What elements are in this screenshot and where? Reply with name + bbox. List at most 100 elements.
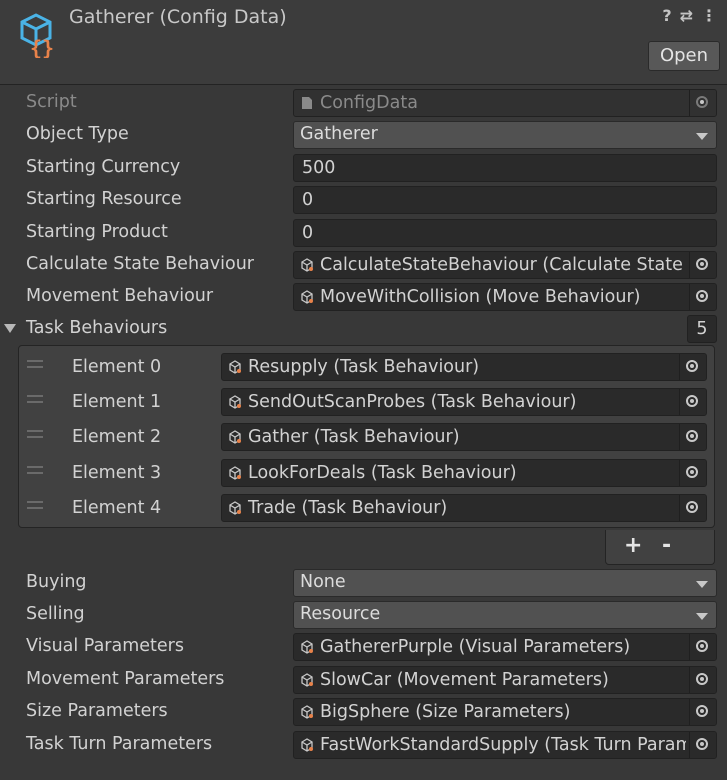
- starting-resource-input[interactable]: 0: [293, 186, 717, 214]
- element-value: Trade (Task Behaviour): [248, 498, 448, 518]
- svg-text:{}: {}: [30, 36, 54, 58]
- more-options-icon[interactable]: ⋮: [701, 6, 717, 26]
- object-picker-icon: [696, 290, 708, 302]
- drag-handle-icon[interactable]: [27, 466, 43, 474]
- object-picker-icon: [686, 360, 698, 372]
- script-row: Script ConfigData: [0, 87, 727, 119]
- element-label: Element 1: [72, 392, 162, 412]
- visual-parameters-picker[interactable]: [689, 634, 716, 660]
- starting-product-input[interactable]: 0: [293, 219, 717, 247]
- drag-handle-icon[interactable]: [27, 395, 43, 403]
- foldout-arrow-icon[interactable]: [4, 324, 16, 333]
- task-turn-parameters-field[interactable]: FastWorkStandardSupply (Task Turn Parame…: [293, 731, 717, 759]
- element-picker[interactable]: [679, 460, 706, 486]
- asset-icon: [229, 360, 241, 374]
- movement-parameters-value: SlowCar (Movement Parameters): [320, 670, 609, 690]
- element-field[interactable]: SendOutScanProbes (Task Behaviour): [221, 388, 707, 416]
- element-label: Element 0: [72, 357, 162, 377]
- dropdown-arrow-icon: [696, 613, 708, 620]
- movement-parameters-field[interactable]: SlowCar (Movement Parameters): [293, 666, 717, 694]
- starting-resource-label: Starting Resource: [26, 189, 182, 209]
- remove-element-button[interactable]: -: [662, 533, 671, 558]
- drag-handle-icon[interactable]: [27, 360, 43, 368]
- selling-label: Selling: [26, 604, 85, 624]
- element-label: Element 4: [72, 498, 162, 518]
- object-picker-icon: [696, 640, 708, 652]
- element-value: SendOutScanProbes (Task Behaviour): [248, 392, 577, 412]
- asset-icon: [229, 466, 241, 480]
- help-icon[interactable]: ?: [662, 6, 671, 26]
- object-type-dropdown[interactable]: Gatherer: [293, 121, 717, 149]
- element-picker[interactable]: [679, 495, 706, 521]
- calculate-state-picker[interactable]: [689, 252, 716, 278]
- element-field[interactable]: LookForDeals (Task Behaviour): [221, 459, 707, 487]
- script-label: Script: [26, 92, 77, 112]
- object-picker-icon: [686, 466, 698, 478]
- script-file-icon: [302, 97, 312, 109]
- inspector-header: {} Gatherer (Config Data) ? ⇄ ⋮ Open: [0, 0, 727, 85]
- size-parameters-picker[interactable]: [689, 699, 716, 725]
- buying-dropdown[interactable]: None: [293, 569, 717, 597]
- list-item[interactable]: Element 3 LookForDeals (Task Behaviour): [19, 456, 714, 491]
- element-picker[interactable]: [679, 389, 706, 415]
- object-picker-icon: [686, 501, 698, 513]
- size-parameters-field[interactable]: BigSphere (Size Parameters): [293, 698, 717, 726]
- list-item[interactable]: Element 0 Resupply (Task Behaviour): [19, 350, 714, 385]
- task-behaviours-count-input[interactable]: 5: [687, 315, 717, 343]
- element-field[interactable]: Gather (Task Behaviour): [221, 423, 707, 451]
- task-turn-parameters-row: Task Turn Parameters FastWorkStandardSup…: [0, 729, 727, 761]
- calculate-state-field[interactable]: CalculateStateBehaviour (Calculate State…: [293, 251, 717, 279]
- presets-icon[interactable]: ⇄: [680, 6, 693, 26]
- calculate-state-value: CalculateStateBehaviour (Calculate State…: [320, 255, 686, 275]
- script-field: ConfigData: [293, 89, 717, 117]
- calculate-state-row: Calculate State Behaviour CalculateState…: [0, 249, 727, 281]
- selling-dropdown[interactable]: Resource: [293, 601, 717, 629]
- starting-resource-value: 0: [302, 190, 314, 210]
- asset-icon: [301, 738, 313, 752]
- size-parameters-label: Size Parameters: [26, 701, 168, 721]
- object-picker-icon: [696, 258, 708, 270]
- visual-parameters-label: Visual Parameters: [26, 636, 184, 656]
- scriptable-object-icon: {}: [20, 13, 54, 58]
- script-picker: [689, 90, 716, 116]
- buying-label: Buying: [26, 572, 87, 592]
- object-picker-icon: [696, 705, 708, 717]
- starting-currency-input[interactable]: 500: [293, 154, 717, 182]
- starting-currency-label: Starting Currency: [26, 157, 181, 177]
- task-turn-parameters-value: FastWorkStandardSupply (Task Turn Parame…: [320, 735, 686, 755]
- element-value: LookForDeals (Task Behaviour): [248, 463, 517, 483]
- movement-behaviour-field[interactable]: MoveWithCollision (Move Behaviour): [293, 283, 717, 311]
- task-turn-parameters-picker[interactable]: [689, 732, 716, 758]
- object-type-value: Gatherer: [300, 124, 378, 144]
- list-item[interactable]: Element 2 Gather (Task Behaviour): [19, 420, 714, 455]
- drag-handle-icon[interactable]: [27, 501, 43, 509]
- visual-parameters-row: Visual Parameters GathererPurple (Visual…: [0, 631, 727, 663]
- add-element-button[interactable]: +: [624, 533, 642, 558]
- task-behaviours-foldout[interactable]: Task Behaviours 5: [0, 313, 727, 345]
- asset-icon: [229, 395, 241, 409]
- size-parameters-value: BigSphere (Size Parameters): [320, 702, 571, 722]
- size-parameters-row: Size Parameters BigSphere (Size Paramete…: [0, 696, 727, 728]
- element-label: Element 2: [72, 427, 162, 447]
- visual-parameters-field[interactable]: GathererPurple (Visual Parameters): [293, 633, 717, 661]
- element-field[interactable]: Resupply (Task Behaviour): [221, 353, 707, 381]
- list-item[interactable]: Element 4 Trade (Task Behaviour): [19, 491, 714, 526]
- element-value: Resupply (Task Behaviour): [248, 357, 480, 377]
- visual-parameters-value: GathererPurple (Visual Parameters): [320, 637, 631, 657]
- element-picker[interactable]: [679, 354, 706, 380]
- list-item[interactable]: Element 1 SendOutScanProbes (Task Behavi…: [19, 385, 714, 420]
- task-behaviours-list: Element 0 Resupply (Task Behaviour) Elem…: [18, 345, 715, 528]
- selling-value: Resource: [300, 604, 381, 624]
- object-picker-icon: [696, 673, 708, 685]
- element-picker[interactable]: [679, 424, 706, 450]
- drag-handle-icon[interactable]: [27, 430, 43, 438]
- asset-icon: [301, 705, 313, 719]
- movement-parameters-picker[interactable]: [689, 667, 716, 693]
- object-type-row: Object Type Gatherer: [0, 119, 727, 151]
- element-field[interactable]: Trade (Task Behaviour): [221, 494, 707, 522]
- movement-behaviour-picker[interactable]: [689, 284, 716, 310]
- open-button[interactable]: Open: [648, 41, 720, 71]
- dropdown-arrow-icon: [696, 581, 708, 588]
- movement-parameters-row: Movement Parameters SlowCar (Movement Pa…: [0, 664, 727, 696]
- asset-icon: [301, 640, 313, 654]
